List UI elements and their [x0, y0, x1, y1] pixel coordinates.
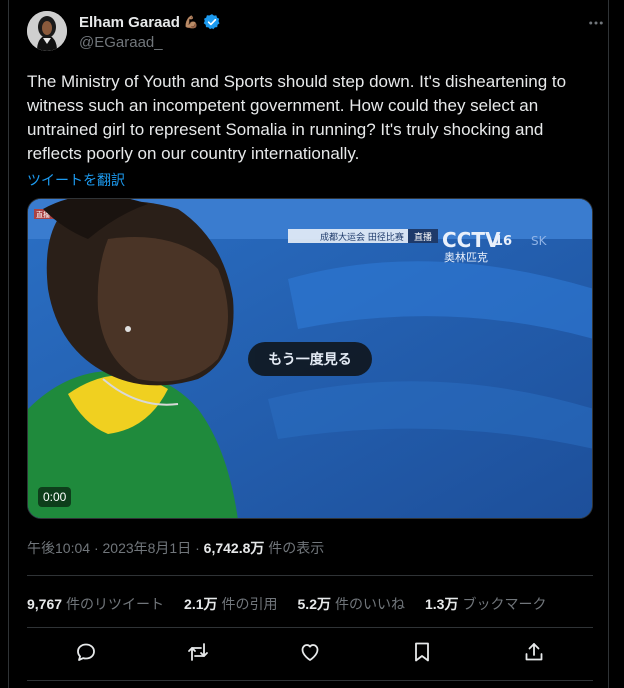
- divider: [27, 680, 593, 681]
- bookmarks-count: 1.3万: [424, 596, 459, 612]
- bookmark-icon[interactable]: [410, 640, 434, 664]
- quotes-label: 件の引用: [221, 596, 278, 612]
- verified-badge-icon: [203, 13, 221, 31]
- quotes-stat[interactable]: 2.1万 件の引用: [184, 594, 277, 614]
- cctv-logo: CCTV: [442, 228, 501, 252]
- channel-number: 16: [494, 234, 512, 249]
- engagement-stats: 9,767 件のリツイート 2.1万 件の引用 5.2万 件のいいね 1.3万 ブックマ…: [27, 594, 546, 614]
- tweet-date[interactable]: 2023年8月1日: [103, 540, 192, 556]
- replay-button[interactable]: もう一度見る: [248, 342, 372, 376]
- live-label: 直播: [414, 231, 432, 243]
- broadcast-banner-text: 成都大运会 田径比赛: [320, 231, 404, 243]
- likes-stat[interactable]: 5.2万 件のいいね: [298, 594, 405, 614]
- video-time: 0:00: [38, 487, 72, 507]
- user-handle[interactable]: @EGaraad_: [79, 34, 163, 51]
- meta-separator: ·: [93, 540, 99, 556]
- sk-logo: SK: [531, 234, 548, 248]
- bookmarks-stat[interactable]: 1.3万 ブックマーク: [425, 594, 546, 614]
- display-name[interactable]: Elham Garaad: [79, 14, 180, 31]
- retweet-icon[interactable]: [186, 640, 210, 664]
- olympic-text: 奥林匹克: [444, 250, 488, 264]
- tweet-text: The Ministry of Youth and Sports should …: [27, 72, 567, 163]
- muscle-emoji: 💪🏽: [183, 15, 199, 29]
- likes-label: 件のいいね: [334, 596, 405, 612]
- likes-count: 5.2万: [297, 596, 331, 612]
- action-bar: [27, 636, 593, 668]
- tweet-time[interactable]: 午後10:04: [27, 540, 90, 556]
- avatar[interactable]: [27, 11, 67, 51]
- reply-icon[interactable]: [74, 640, 98, 664]
- divider: [27, 575, 593, 576]
- translate-link[interactable]: ツイートを翻訳: [27, 170, 125, 190]
- quotes-count: 2.1万: [184, 596, 218, 612]
- tweet-header: Elham Garaad 💪🏽 @EGaraad_: [27, 11, 606, 55]
- bookmarks-label: ブックマーク: [462, 596, 547, 612]
- views-count: 6,742.8万: [203, 540, 265, 556]
- retweets-label: 件のリツイート: [66, 596, 165, 612]
- retweets-count: 9,767: [27, 596, 63, 612]
- share-icon[interactable]: [522, 640, 546, 664]
- meta-separator: ·: [195, 540, 200, 556]
- views-label: 件の表示: [268, 540, 325, 556]
- divider: [27, 627, 593, 628]
- like-icon[interactable]: [298, 640, 322, 664]
- retweets-stat[interactable]: 9,767 件のリツイート: [27, 594, 164, 614]
- more-options-icon[interactable]: [586, 13, 606, 33]
- tweet-meta: 午後10:04 · 2023年8月1日 · 6,742.8万 件の表示: [27, 538, 324, 558]
